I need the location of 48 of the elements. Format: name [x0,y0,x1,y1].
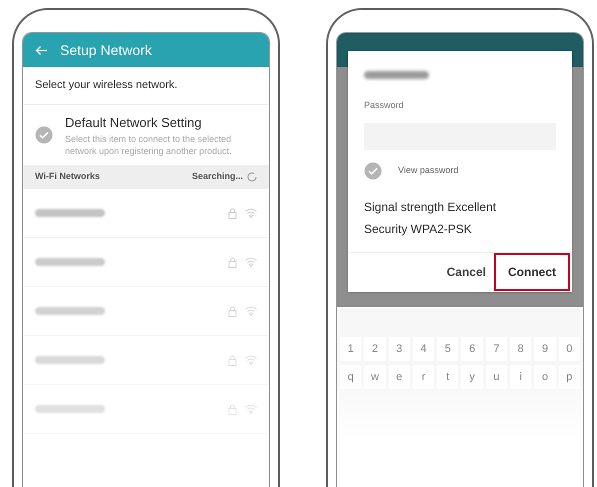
checkbox[interactable] [35,126,53,144]
blurred-network-name [35,258,105,266]
keyboard-key[interactable]: 3 [388,337,410,361]
prompt-text: Select your wireless network. [35,78,178,94]
signal-strength-text: Signal strength Excellent [364,198,498,216]
keyboard-key[interactable]: 9 [534,337,556,361]
dialog-button[interactable]: Connect [494,253,570,291]
dialog-button[interactable]: Cancel [438,253,494,291]
blurred-network-name [35,356,105,364]
setting-description: Select this item to connect to the selected network upon registering another product. [65,132,233,157]
keyboard-key[interactable]: y [461,365,483,389]
keyboard-key[interactable]: 7 [486,337,508,361]
checkbox[interactable] [364,162,382,180]
blurred-network-name [35,307,105,315]
wifi-icon [245,208,257,218]
keyboard-key[interactable]: 8 [510,337,532,361]
keyboard-key[interactable]: 1 [340,337,362,361]
blurred-network-name [35,209,105,217]
screen-title: Setup Network [60,40,152,60]
setting-title: Default Network Setting [65,114,203,132]
keyboard-key[interactable]: r [412,365,434,389]
keyboard-key[interactable]: w [364,365,386,389]
keyboard-key[interactable]: 2 [364,337,386,361]
search-status: Searching... [192,170,243,184]
keyboard-key[interactable]: q [340,365,362,389]
keyboard-key[interactable]: o [534,365,556,389]
wifi-icon [245,306,257,316]
keyboard-key[interactable]: p [558,365,580,389]
password-label: Password [364,99,405,112]
wifi-icon [245,404,257,414]
keyboard-key[interactable]: e [388,365,410,389]
view-password-label: View password [398,164,458,177]
blurred-network-name [364,71,429,79]
wifi-icon [245,257,257,267]
keyboard-key[interactable]: 4 [412,337,434,361]
wifi-icon [245,355,257,365]
keyboard-key[interactable]: i [510,365,532,389]
keyboard-key[interactable]: 0 [558,337,580,361]
default-setting-item[interactable]: Default Network Setting Select this item to connect to the selected network upon registering another product. [23,105,269,165]
keyboard-key[interactable]: t [437,365,458,389]
keyboard-key[interactable]: u [486,365,508,389]
keyboard-key[interactable]: 6 [461,337,483,361]
back-arrow-icon[interactable] [35,44,48,56]
section-title: Wi-Fi Networks [35,170,100,184]
blurred-network-name [35,405,105,413]
keyboard-key[interactable]: 5 [437,337,458,361]
spinner-icon [247,172,257,182]
security-text: Security WPA2-PSK [364,220,473,238]
